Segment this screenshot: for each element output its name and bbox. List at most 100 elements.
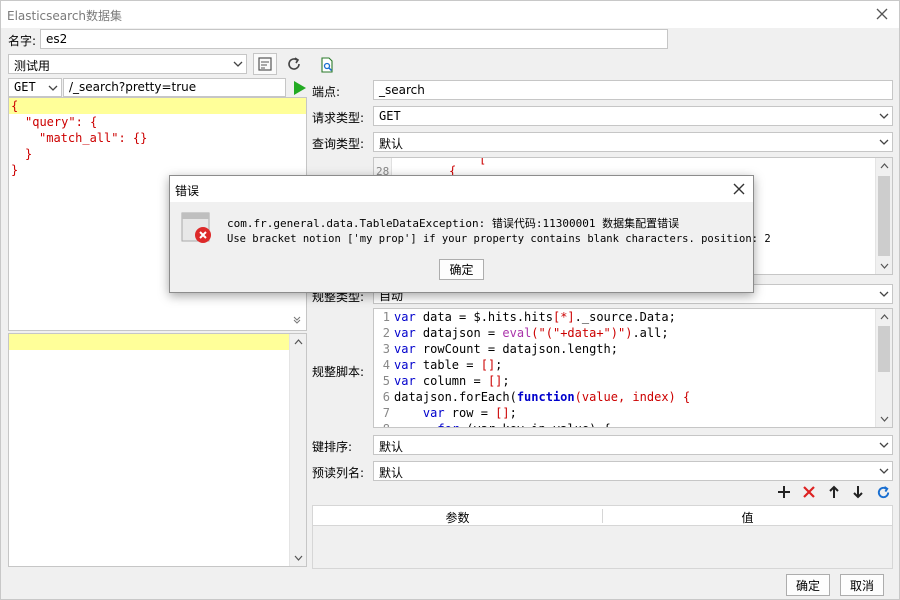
query-body-scrollbar[interactable] xyxy=(875,158,892,274)
refresh-connection-button[interactable] xyxy=(282,53,306,75)
params-col-name[interactable]: 参数 xyxy=(313,509,602,526)
scroll-up-icon[interactable] xyxy=(876,309,892,325)
scroll-down-icon[interactable] xyxy=(876,411,892,427)
params-col-value[interactable]: 值 xyxy=(603,509,892,526)
resize-grip-icon[interactable] xyxy=(291,313,303,328)
scroll-down-icon[interactable] xyxy=(876,258,892,274)
line-number: 5 xyxy=(382,374,390,388)
error-message-line1: com.fr.general.data.TableDataException: … xyxy=(227,217,680,230)
edit-connection-button[interactable] xyxy=(253,53,277,75)
request-type-value: GET xyxy=(379,109,401,123)
code-literal: ("("+data+")") xyxy=(531,326,633,340)
query-type-select[interactable]: 默认 xyxy=(373,132,893,152)
line-number: 3 xyxy=(382,342,390,356)
delete-param-button[interactable] xyxy=(797,481,821,503)
move-up-button[interactable] xyxy=(822,481,846,503)
cancel-button[interactable]: 取消 xyxy=(840,574,884,596)
scroll-down-icon[interactable] xyxy=(290,550,306,566)
script-lines: 1 var data = $.hits.hits[*]._source.Data;… xyxy=(374,309,690,427)
connection-value: 测试用 xyxy=(14,59,51,73)
window-title: Elasticsearch数据集 xyxy=(7,9,123,23)
error-message-line2: Use bracket notion ['my prop'] if your p… xyxy=(227,233,771,245)
code-text: data = $.hits.hits xyxy=(415,310,553,324)
code-keyword: var xyxy=(394,374,416,388)
chevron-down-icon xyxy=(875,133,892,151)
refresh-params-button[interactable] xyxy=(871,481,895,503)
result-scrollbar[interactable] xyxy=(289,334,306,566)
preview-cols-select[interactable]: 默认 xyxy=(373,461,893,481)
connection-select[interactable]: 测试用 xyxy=(8,54,247,74)
query-type-label: 查询类型: xyxy=(312,137,365,151)
result-editor[interactable] xyxy=(8,333,307,567)
script-line: 4 var table = []; xyxy=(374,357,690,373)
code-keyword: var xyxy=(394,358,416,372)
ok-button[interactable]: 确定 xyxy=(786,574,830,596)
error-icon xyxy=(181,212,213,247)
scroll-up-icon[interactable] xyxy=(876,158,892,174)
code-text: row = xyxy=(444,406,496,420)
arrow-down-icon xyxy=(853,486,863,499)
delete-x-icon xyxy=(803,486,815,498)
error-dialog-close-button[interactable] xyxy=(726,177,752,201)
code-literal: (value, index) { xyxy=(574,390,691,404)
code-keyword: var xyxy=(394,310,416,324)
request-type-select[interactable]: GET xyxy=(373,106,893,126)
code-text: table = xyxy=(415,358,481,372)
name-input[interactable]: es2 xyxy=(40,29,668,49)
chevron-down-icon xyxy=(44,79,61,96)
scrollbar-thumb[interactable] xyxy=(878,176,890,256)
line-number: 6 xyxy=(382,390,390,404)
elasticsearch-dataset-window: Elasticsearch数据集 名字: es2 测试用 GET /_searc… xyxy=(0,0,900,600)
script-line: 2 var datajson = eval("("+data+")").all; xyxy=(374,325,690,341)
error-dialog: 错误 com.fr.general.data.TableDataExceptio… xyxy=(169,175,771,293)
chevron-down-icon xyxy=(875,462,892,480)
error-ok-button[interactable]: 确定 xyxy=(439,259,484,280)
rule-script-editor[interactable]: 1 var data = $.hits.hits[*]._source.Data;… xyxy=(373,308,893,428)
scrollbar-thumb[interactable] xyxy=(878,326,890,372)
key-sort-select[interactable]: 默认 xyxy=(373,435,893,455)
line-number: 4 xyxy=(382,358,390,372)
error-dialog-titlebar: 错误 xyxy=(170,176,753,202)
scroll-up-icon[interactable] xyxy=(290,334,306,350)
chevron-down-icon xyxy=(875,436,892,454)
code-keyword: for xyxy=(394,422,459,427)
name-label: 名字: xyxy=(8,34,37,48)
script-line: 5 var column = []; xyxy=(374,373,690,389)
add-param-button[interactable] xyxy=(772,481,796,503)
code-builtin: eval xyxy=(502,326,532,340)
method-value: GET xyxy=(14,80,36,94)
chevron-down-icon xyxy=(229,55,246,73)
refresh-icon xyxy=(288,57,300,70)
code-text: (var key in value) { xyxy=(459,422,611,427)
query-line: "query": { xyxy=(25,115,98,129)
chevron-down-icon xyxy=(875,107,892,125)
script-line: 1 var data = $.hits.hits[*]._source.Data; xyxy=(374,309,690,325)
endpoint-input[interactable]: _search xyxy=(373,80,893,100)
url-input[interactable]: /_search?pretty=true xyxy=(63,78,286,97)
code-text: datajson.forEach( xyxy=(394,390,517,404)
window-close-button[interactable] xyxy=(869,2,895,26)
query-lines: {"query": {"match_all": {}}} xyxy=(9,98,306,178)
preview-button[interactable] xyxy=(315,54,339,76)
code-keyword: function xyxy=(516,390,575,404)
move-down-button[interactable] xyxy=(846,481,870,503)
rule-script-scrollbar[interactable] xyxy=(875,309,892,427)
line-number: 2 xyxy=(382,326,390,340)
script-line: 6 datajson.forEach(function(value, index)… xyxy=(374,389,690,405)
database-edit-icon xyxy=(258,57,272,71)
code-bracket: [ xyxy=(479,157,487,166)
query-line: { xyxy=(9,98,306,114)
code-literal: [] xyxy=(480,358,496,372)
method-select[interactable]: GET xyxy=(8,78,62,97)
code-text: ; xyxy=(502,374,510,388)
code-text: ; xyxy=(509,406,517,420)
result-current-line xyxy=(9,334,289,350)
window-titlebar: Elasticsearch数据集 xyxy=(1,1,899,28)
rule-script-label: 规整脚本: xyxy=(312,365,365,379)
code-text: ._source.Data; xyxy=(574,310,676,324)
error-dialog-title: 错误 xyxy=(175,184,200,198)
run-query-button[interactable] xyxy=(287,77,311,99)
line-number: 7 xyxy=(382,406,390,420)
code-text: rowCount = datajson.length; xyxy=(415,342,618,356)
chevron-down-icon xyxy=(875,285,892,303)
